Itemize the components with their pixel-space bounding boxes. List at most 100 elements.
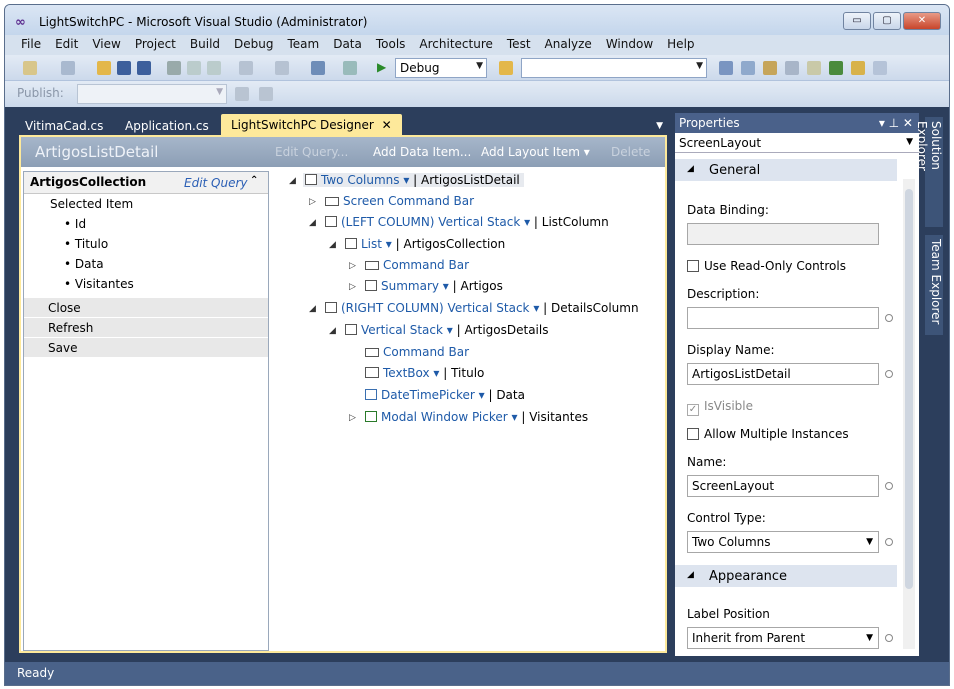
open-file-icon[interactable] <box>97 61 111 75</box>
edit-query-button[interactable]: Edit Query... <box>275 145 348 159</box>
tree-list[interactable]: List ▾ | ArtigosCollection <box>345 237 505 251</box>
menu-window[interactable]: Window <box>600 35 661 55</box>
command-window-icon[interactable] <box>873 61 887 75</box>
add-layout-item-button[interactable]: Add Layout Item ▾ <box>481 145 590 159</box>
field-id[interactable]: • Id <box>24 214 268 234</box>
properties-icon[interactable] <box>741 61 755 75</box>
tree-details-stack[interactable]: Vertical Stack ▾ | ArtigosDetails <box>345 323 548 337</box>
solution-config-select[interactable]: Debug ▼ <box>395 58 487 78</box>
menu-view[interactable]: View <box>86 35 128 55</box>
object-selector[interactable]: ScreenLayout ▼ <box>675 133 919 153</box>
find-combo[interactable]: ▼ <box>521 58 707 78</box>
redo-icon[interactable] <box>275 61 289 75</box>
collapse-icon[interactable]: ⌃ <box>250 175 258 186</box>
tree-list-command-bar[interactable]: Command Bar <box>365 258 469 272</box>
tree-datetimepicker[interactable]: DateTimePicker ▾ | Data <box>365 388 525 402</box>
tab-application[interactable]: Application.cs <box>115 117 219 135</box>
tree-screen-command-bar[interactable]: Screen Command Bar <box>325 194 474 208</box>
tree-right-column[interactable]: (RIGHT COLUMN) Vertical Stack ▾ | Detail… <box>325 301 639 315</box>
menu-build[interactable]: Build <box>184 35 228 55</box>
properties-title: Properties <box>679 116 740 130</box>
navigate-icon[interactable] <box>311 61 325 75</box>
command-save[interactable]: Save <box>24 338 268 358</box>
menu-tools[interactable]: Tools <box>370 35 414 55</box>
collection-header[interactable]: ArtigosCollection Edit Query ⌃ <box>24 172 268 194</box>
publish-select[interactable]: ▼ <box>77 84 227 104</box>
tab-vitimacad[interactable]: VitimaCad.cs <box>15 117 113 135</box>
menu-analyze[interactable]: Analyze <box>539 35 600 55</box>
delete-button[interactable]: Delete <box>611 145 650 159</box>
maximize-button[interactable]: ▢ <box>873 12 901 30</box>
add-item-icon[interactable] <box>61 61 75 75</box>
tab-overflow-icon[interactable]: ▼ <box>656 121 663 131</box>
vertical-stack-icon <box>325 302 337 313</box>
object-browser-icon[interactable] <box>763 61 777 75</box>
readonly-checkbox[interactable]: Use Read-Only Controls <box>687 259 846 273</box>
display-name-field[interactable]: ArtigosListDetail <box>687 363 879 385</box>
label-position-select[interactable]: Inherit from Parent ▼ <box>687 627 879 649</box>
menu-project[interactable]: Project <box>129 35 184 55</box>
paste-icon[interactable] <box>207 61 221 75</box>
tree-root[interactable]: Two Columns ▾ | ArtigosListDetail <box>303 173 524 187</box>
data-binding-field[interactable] <box>687 223 879 245</box>
display-name-reset-icon[interactable] <box>885 370 893 378</box>
menu-team[interactable]: Team <box>281 35 327 55</box>
start-debugging-icon[interactable]: ▶ <box>377 60 386 74</box>
save-icon[interactable] <box>117 61 131 75</box>
isvisible-checkbox[interactable]: ✓ IsVisible <box>687 399 753 416</box>
field-titulo[interactable]: • Titulo <box>24 234 268 254</box>
control-type-reset-icon[interactable] <box>885 538 893 546</box>
save-all-icon[interactable] <box>137 61 151 75</box>
undo-icon[interactable] <box>239 61 253 75</box>
properties-scrollbar[interactable] <box>903 179 915 649</box>
extension-manager-icon[interactable] <box>851 61 865 75</box>
menu-test[interactable]: Test <box>501 35 539 55</box>
label-position-reset-icon[interactable] <box>885 634 893 642</box>
add-data-item-button[interactable]: Add Data Item... <box>373 145 471 159</box>
command-close[interactable]: Close <box>24 298 268 318</box>
solution-explorer-icon[interactable] <box>719 61 733 75</box>
field-data[interactable]: • Data <box>24 254 268 274</box>
pin-close-icons[interactable]: ▾ ⊥ ✕ <box>879 116 913 130</box>
tree-textbox[interactable]: TextBox ▾ | Titulo <box>365 366 484 380</box>
selected-item-node[interactable]: Selected Item <box>24 194 268 214</box>
modal-picker-icon <box>365 411 377 422</box>
field-visitantes[interactable]: • Visitantes <box>24 274 268 294</box>
multiple-instances-checkbox[interactable]: Allow Multiple Instances <box>687 427 849 441</box>
new-project-icon[interactable] <box>23 61 37 75</box>
menu-architecture[interactable]: Architecture <box>413 35 500 55</box>
menu-data[interactable]: Data <box>327 35 370 55</box>
tab-close-icon[interactable]: ✕ <box>382 118 392 132</box>
control-type-select[interactable]: Two Columns ▼ <box>687 531 879 553</box>
name-reset-icon[interactable] <box>885 482 893 490</box>
menu-edit[interactable]: Edit <box>49 35 86 55</box>
find-in-files-icon[interactable] <box>499 61 513 75</box>
command-refresh[interactable]: Refresh <box>24 318 268 338</box>
team-explorer-tab[interactable]: Team Explorer <box>925 235 943 335</box>
menu-file[interactable]: File <box>15 35 49 55</box>
section-appearance[interactable]: ◢ Appearance <box>675 565 897 587</box>
section-general[interactable]: ◢ General <box>675 159 897 181</box>
tree-modal-window-picker[interactable]: Modal Window Picker ▾ | Visitantes <box>365 410 588 424</box>
start-page-icon[interactable] <box>829 61 843 75</box>
cut-icon[interactable] <box>167 61 181 75</box>
solution-explorer-tab[interactable]: Solution Explorer <box>915 117 943 227</box>
menu-debug[interactable]: Debug <box>228 35 281 55</box>
copy-icon[interactable] <box>187 61 201 75</box>
tools-icon[interactable] <box>807 61 821 75</box>
find-icon[interactable] <box>343 61 357 75</box>
toolbox-icon[interactable] <box>785 61 799 75</box>
tab-designer[interactable]: LightSwitchPC Designer ✕ <box>221 114 402 135</box>
close-button[interactable]: ✕ <box>903 12 941 30</box>
edit-query-link[interactable]: Edit Query <box>184 176 248 190</box>
tree-details-command-bar[interactable]: Command Bar <box>365 345 469 359</box>
description-field[interactable] <box>687 307 879 329</box>
name-field[interactable]: ScreenLayout <box>687 475 879 497</box>
publish-settings-icon[interactable] <box>259 87 273 101</box>
description-reset-icon[interactable] <box>885 314 893 322</box>
tree-left-column[interactable]: (LEFT COLUMN) Vertical Stack ▾ | ListCol… <box>325 215 609 229</box>
menu-help[interactable]: Help <box>661 35 702 55</box>
tree-summary[interactable]: Summary ▾ | Artigos <box>365 279 503 293</box>
minimize-button[interactable]: ▭ <box>843 12 871 30</box>
publish-icon[interactable] <box>235 87 249 101</box>
